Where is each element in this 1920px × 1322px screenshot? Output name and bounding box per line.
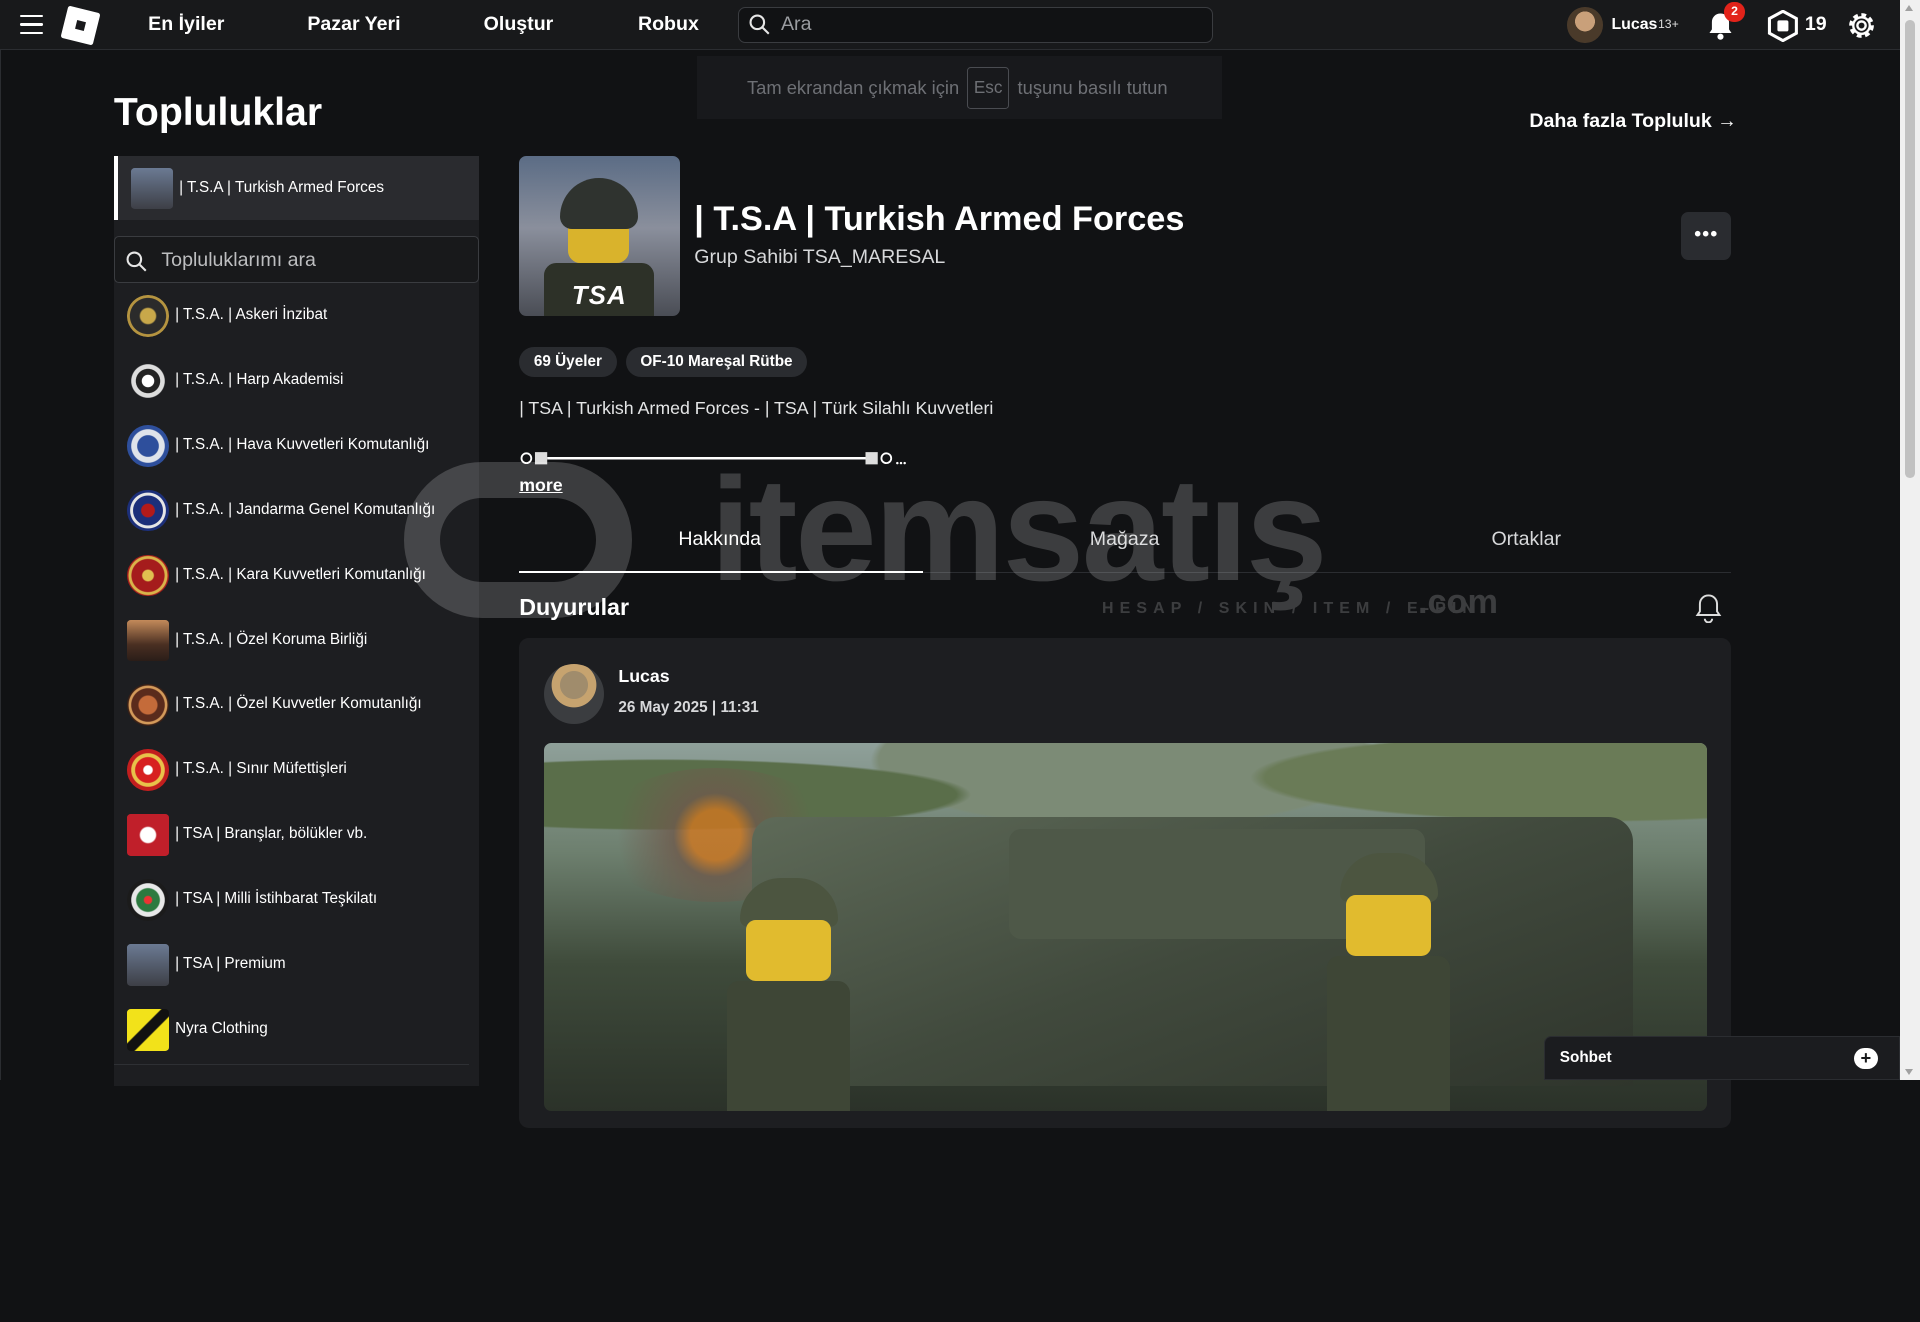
page-title: Topluluklar xyxy=(113,90,323,134)
sidebar-item-label: | TSA | Milli İstihbarat Teşkilatı xyxy=(175,890,378,908)
username-label[interactable]: Lucas xyxy=(1611,16,1657,34)
search-icon xyxy=(749,14,770,35)
tab-magaza[interactable]: Mağaza xyxy=(1090,528,1160,551)
community-thumbnail xyxy=(127,879,169,921)
hamburger-menu-icon[interactable] xyxy=(19,14,43,35)
sidebar-item[interactable]: | T.S.A. | Kara Kuvvetleri Komutanlığı xyxy=(114,542,479,607)
announcements-title: Duyurular xyxy=(519,593,630,620)
sidebar-item-label: | T.S.A. | Kara Kuvvetleri Komutanlığı xyxy=(175,565,426,583)
nav-olustur[interactable]: Oluştur xyxy=(484,13,554,36)
age-tag: 13+ xyxy=(1657,17,1679,32)
group-emblem-text: TSA xyxy=(571,281,627,310)
description-media-slider[interactable] xyxy=(519,446,908,470)
global-search-input[interactable] xyxy=(780,12,1198,38)
sidebar-item-label: | TSA | Branşlar, bölükler vb. xyxy=(175,825,368,843)
top-navigation-bar: En İyiler Pazar Yeri Oluştur Robux Lucas… xyxy=(0,0,1920,51)
description-more-link[interactable]: more xyxy=(519,475,562,496)
group-tabs: Hakkında Mağaza Ortaklar xyxy=(519,517,1732,574)
community-thumbnail xyxy=(127,944,169,986)
scrollbar-thumb[interactable] xyxy=(1905,19,1916,478)
sidebar-item[interactable]: | TSA | Milli İstihbarat Teşkilatı xyxy=(114,867,479,932)
members-count-pill[interactable]: 69 Üyeler xyxy=(519,346,617,378)
sidebar-item[interactable]: | T.S.A. | Harp Akademisi xyxy=(114,348,479,413)
community-thumbnail xyxy=(127,749,169,791)
community-thumbnail xyxy=(127,554,169,597)
sidebar-item-label: | TSA | Premium xyxy=(175,955,286,973)
group-description: | TSA | Turkish Armed Forces - | TSA | T… xyxy=(519,397,994,418)
sidebar-item[interactable]: | T.S.A. | Özel Kuvvetler Komutanlığı xyxy=(114,672,479,737)
notification-count-badge: 2 xyxy=(1724,2,1745,23)
community-thumbnail xyxy=(127,295,169,337)
sidebar-item[interactable]: Nyra Clothing xyxy=(114,997,479,1062)
community-thumbnail xyxy=(127,359,169,402)
global-search-box[interactable] xyxy=(738,7,1214,43)
sidebar-item-label: Nyra Clothing xyxy=(175,1019,268,1037)
post-author-avatar[interactable] xyxy=(543,663,604,724)
sidebar-item[interactable]: | T.S.A. | Özel Koruma Birliği xyxy=(114,607,479,672)
roblox-logo-icon[interactable] xyxy=(60,5,101,46)
sidebar-item[interactable]: | T.S.A. | Askeri İnzibat xyxy=(114,283,479,348)
nav-pazar-yeri[interactable]: Pazar Yeri xyxy=(307,13,400,36)
fullscreen-exit-toast: Tam ekrandan çıkmak için Esc tuşunu bası… xyxy=(696,56,1223,119)
sidebar-item-label: | T.S.A. | Askeri İnzibat xyxy=(175,306,328,324)
sidebar-item[interactable]: | T.S.A. | Jandarma Genel Komutanlığı xyxy=(114,478,479,543)
communities-sidebar: | T.S.A | Turkish Armed Forces | T.S.A. … xyxy=(113,155,479,1087)
post-image xyxy=(543,743,1707,1111)
sidebar-item-selected[interactable]: | T.S.A | Turkish Armed Forces xyxy=(113,155,479,221)
sidebar-item[interactable]: | TSA | Branşlar, bölükler vb. xyxy=(114,802,479,867)
group-name: | T.S.A | Turkish Armed Forces xyxy=(694,199,1185,238)
group-owner: Grup Sahibi TSA_MARESAL xyxy=(694,246,946,269)
toast-esc-key: Esc xyxy=(967,67,1009,109)
nav-robux[interactable]: Robux xyxy=(638,13,699,36)
chat-bar[interactable]: Sohbet + xyxy=(1544,1035,1901,1080)
community-thumbnail xyxy=(127,489,169,532)
toast-text-before: Tam ekrandan çıkmak için xyxy=(746,77,960,99)
sidebar-search-box[interactable] xyxy=(113,236,479,283)
group-options-button[interactable]: ••• xyxy=(1681,211,1732,260)
sidebar-item-label: | T.S.A. | Sınır Müfettişleri xyxy=(175,760,347,778)
sidebar-item-label: | T.S.A. | Jandarma Genel Komutanlığı xyxy=(175,500,436,518)
community-thumbnail xyxy=(127,619,169,662)
sidebar-item[interactable]: | TSA | Premium xyxy=(114,932,479,997)
community-thumbnail xyxy=(127,1008,169,1051)
toast-text-after: tuşunu basılı tutun xyxy=(1017,77,1168,99)
active-tab-indicator xyxy=(519,570,924,574)
community-thumbnail xyxy=(127,684,169,727)
new-chat-plus-icon[interactable]: + xyxy=(1853,1048,1879,1069)
more-communities-link[interactable]: Daha fazla Topluluk → xyxy=(1529,110,1736,133)
robux-balance[interactable]: 19 xyxy=(1805,13,1827,36)
sidebar-item-label: | T.S.A. | Hava Kuvvetleri Komutanlığı xyxy=(175,435,430,453)
rank-pill: OF-10 Mareşal Rütbe xyxy=(625,346,808,378)
robux-icon[interactable] xyxy=(1767,9,1799,42)
tab-ortaklar[interactable]: Ortaklar xyxy=(1491,528,1561,551)
community-thumbnail xyxy=(131,167,173,210)
sidebar-item-label: | T.S.A | Turkish Armed Forces xyxy=(179,178,384,196)
community-thumbnail xyxy=(127,814,169,856)
group-emblem-image: TSA xyxy=(519,155,680,316)
sidebar-item-label: | T.S.A. | Harp Akademisi xyxy=(175,370,344,388)
scroll-down-arrow-icon[interactable] xyxy=(1905,1068,1914,1075)
nav-en-iyiler[interactable]: En İyiler xyxy=(148,13,224,36)
sidebar-item-label: | T.S.A. | Özel Koruma Birliği xyxy=(175,630,368,648)
community-thumbnail xyxy=(127,424,169,467)
sidebar-item[interactable]: | T.S.A. | Sınır Müfettişleri xyxy=(114,737,479,802)
sidebar-search-input[interactable] xyxy=(161,247,468,275)
scroll-up-arrow-icon[interactable] xyxy=(1905,5,1914,11)
sidebar-divider xyxy=(113,1064,469,1066)
tab-hakkinda[interactable]: Hakkında xyxy=(678,528,761,551)
user-avatar[interactable] xyxy=(1567,7,1603,43)
announcements-bell-icon[interactable] xyxy=(1695,593,1722,624)
search-icon xyxy=(126,251,147,272)
post-author-name[interactable]: Lucas xyxy=(618,666,669,687)
page-scrollbar[interactable] xyxy=(1900,0,1920,1080)
chat-label: Sohbet xyxy=(1559,1049,1612,1067)
post-date: 26 May 2025 | 11:31 xyxy=(618,699,759,717)
sidebar-item-label: | T.S.A. | Özel Kuvvetler Komutanlığı xyxy=(175,695,422,713)
sidebar-item[interactable]: | T.S.A. | Hava Kuvvetleri Komutanlığı xyxy=(114,413,479,478)
settings-gear-icon[interactable] xyxy=(1845,9,1878,42)
